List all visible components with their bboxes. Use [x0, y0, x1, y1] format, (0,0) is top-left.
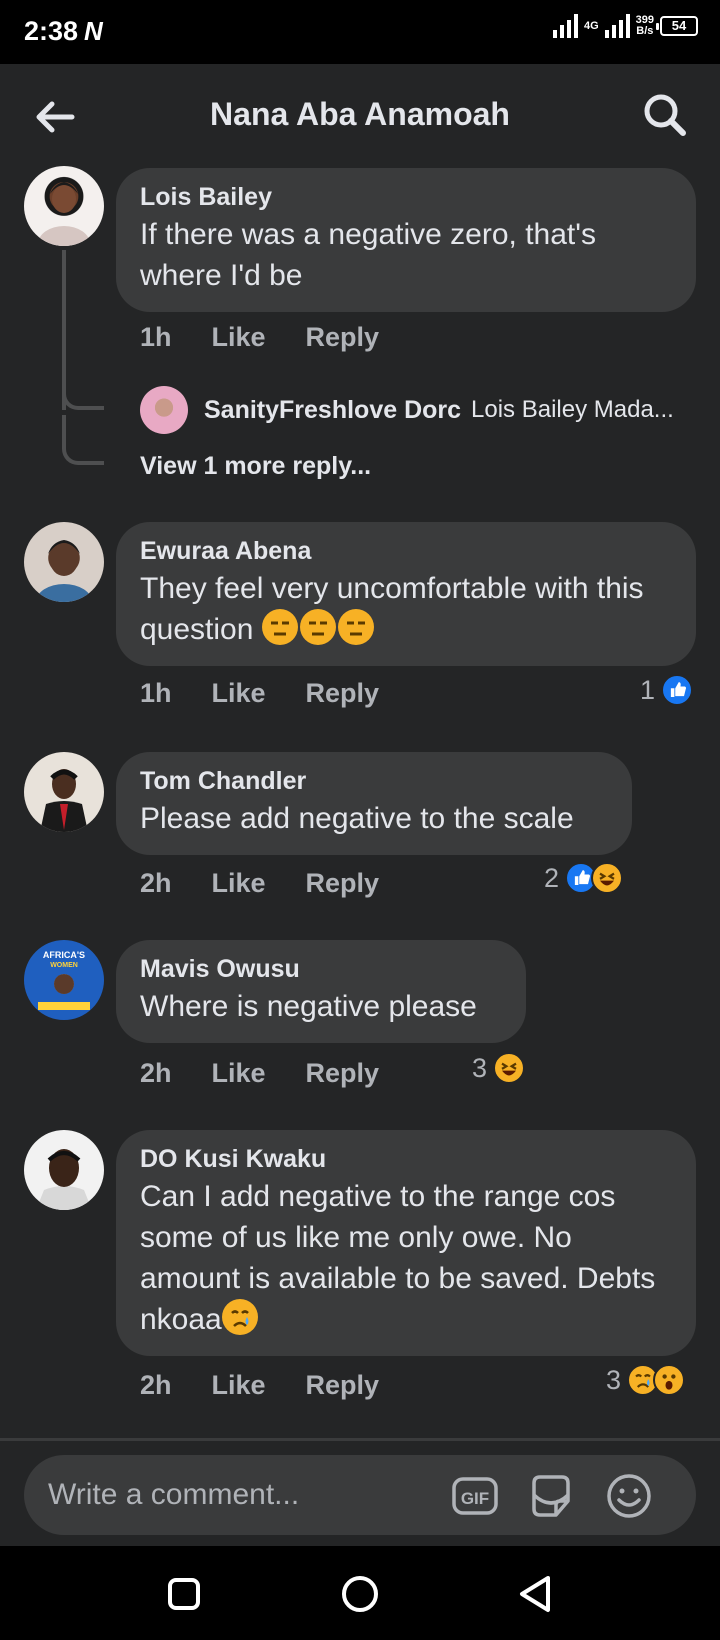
like-button[interactable]: Like [212, 1370, 266, 1401]
avatar[interactable] [140, 386, 188, 434]
comment-time: 2h [140, 1058, 172, 1088]
battery-icon: 54 [656, 16, 698, 36]
comment-time: 2h [140, 1370, 172, 1400]
reaction-summary[interactable]: 3 [472, 1052, 526, 1084]
like-reaction-icon [661, 674, 694, 706]
reaction-count: 2 [544, 862, 560, 893]
network-type: 4G [583, 19, 599, 32]
thread-branch [62, 415, 104, 465]
page-header: Nana Aba Anamoah [0, 64, 720, 168]
reply-preview-text: Lois Bailey Mada... [471, 396, 674, 423]
haha-reaction-icon [493, 1052, 526, 1084]
avatar[interactable]: AFRICA'S WOMEN [24, 940, 104, 1020]
reaction-count: 3 [606, 1364, 622, 1395]
gif-icon[interactable]: GIF [450, 1471, 500, 1521]
comment-time: 2h [140, 868, 172, 898]
system-nav-bar [0, 1546, 720, 1640]
status-time: 2:38 [24, 16, 79, 46]
thread-branch [62, 360, 104, 410]
comment-bubble[interactable]: DO Kusi Kwaku Can I add negative to the … [116, 1130, 696, 1356]
unamused-emoji-icon [299, 609, 336, 645]
reaction-summary[interactable]: 1 [640, 674, 694, 706]
reply-button[interactable]: Reply [306, 322, 380, 353]
comment-time: 1h [140, 678, 172, 708]
square-icon[interactable] [156, 1566, 212, 1622]
comment-bubble[interactable]: Mavis Owusu Where is negative please [116, 940, 526, 1043]
signal-icon-2 [604, 14, 630, 38]
comment-author[interactable]: DO Kusi Kwaku [140, 1144, 672, 1174]
reaction-count: 1 [640, 674, 656, 705]
comment-text: Please add negative to the scale [140, 802, 574, 835]
avatar[interactable] [24, 522, 104, 602]
comment-author[interactable]: Lois Bailey [140, 182, 672, 212]
svg-text:AFRICA'S: AFRICA'S [43, 950, 85, 960]
comment-bubble[interactable]: Ewuraa Abena They feel very uncomfortabl… [116, 522, 696, 666]
sticker-icon[interactable] [526, 1471, 576, 1521]
reply-button[interactable]: Reply [306, 1058, 380, 1089]
page-title: Nana Aba Anamoah [210, 96, 510, 132]
comment-text: They feel very uncomfortable with this q… [140, 572, 644, 646]
network-speed: 399 B/s [635, 14, 654, 37]
reply-preview[interactable]: SanityFreshlove Dorc Lois Bailey Mada... [140, 386, 674, 434]
emoji-icon[interactable] [604, 1471, 654, 1521]
haha-reaction-icon [591, 862, 624, 894]
comment-actions: 2h Like Reply [140, 868, 379, 899]
view-more-replies-link[interactable]: View 1 more reply... [140, 452, 371, 481]
status-icons: 4G 399 B/s 54 [552, 14, 698, 38]
reaction-summary[interactable]: 3 [606, 1364, 686, 1396]
comment-time: 1h [140, 322, 172, 352]
comment-actions: 1h Like Reply [140, 678, 379, 709]
like-button[interactable]: Like [212, 1058, 266, 1089]
status-bar: 2:38 N 4G 399 B/s 54 [0, 0, 720, 64]
comment-actions: 1h Like Reply [140, 322, 379, 353]
like-button[interactable]: Like [212, 322, 266, 353]
comment-author[interactable]: Tom Chandler [140, 766, 608, 796]
avatar[interactable] [24, 166, 104, 246]
composer-bar: GIF [24, 1455, 696, 1535]
wow-reaction-icon [653, 1364, 686, 1396]
comment-input[interactable] [48, 1475, 448, 1515]
comment-text: If there was a negative zero, that's whe… [140, 218, 596, 292]
avatar[interactable] [24, 752, 104, 832]
avatar[interactable] [24, 1130, 104, 1210]
comment-author[interactable]: Mavis Owusu [140, 954, 502, 984]
signal-icon [552, 14, 578, 38]
comment-bubble[interactable]: Tom Chandler Please add negative to the … [116, 752, 632, 855]
comment-text: Where is negative please [140, 990, 477, 1023]
reply-author[interactable]: SanityFreshlove Dorc [204, 396, 461, 425]
crying-emoji-icon [221, 1299, 258, 1335]
comment-text: Can I add negative to the range cos some… [140, 1180, 656, 1336]
gif-label: GIF [461, 1489, 489, 1508]
comment-actions: 2h Like Reply [140, 1058, 379, 1089]
carrier-icon: N [84, 16, 103, 46]
comment-composer: GIF [0, 1438, 720, 1546]
comment-actions: 2h Like Reply [140, 1370, 379, 1401]
unamused-emoji-icon [337, 609, 374, 645]
triangle-back-icon[interactable] [508, 1566, 564, 1622]
comment-bubble[interactable]: Lois Bailey If there was a negative zero… [116, 168, 696, 312]
comment-author[interactable]: Ewuraa Abena [140, 536, 672, 566]
reply-button[interactable]: Reply [306, 1370, 380, 1401]
search-icon[interactable] [640, 90, 690, 140]
svg-text:WOMEN: WOMEN [50, 962, 78, 969]
circle-icon[interactable] [332, 1566, 388, 1622]
reaction-count: 3 [472, 1052, 488, 1083]
unamused-emoji-icon [261, 609, 298, 645]
reply-button[interactable]: Reply [306, 678, 380, 709]
like-button[interactable]: Like [212, 868, 266, 899]
like-button[interactable]: Like [212, 678, 266, 709]
reply-button[interactable]: Reply [306, 868, 380, 899]
reaction-summary[interactable]: 2 [544, 862, 624, 894]
